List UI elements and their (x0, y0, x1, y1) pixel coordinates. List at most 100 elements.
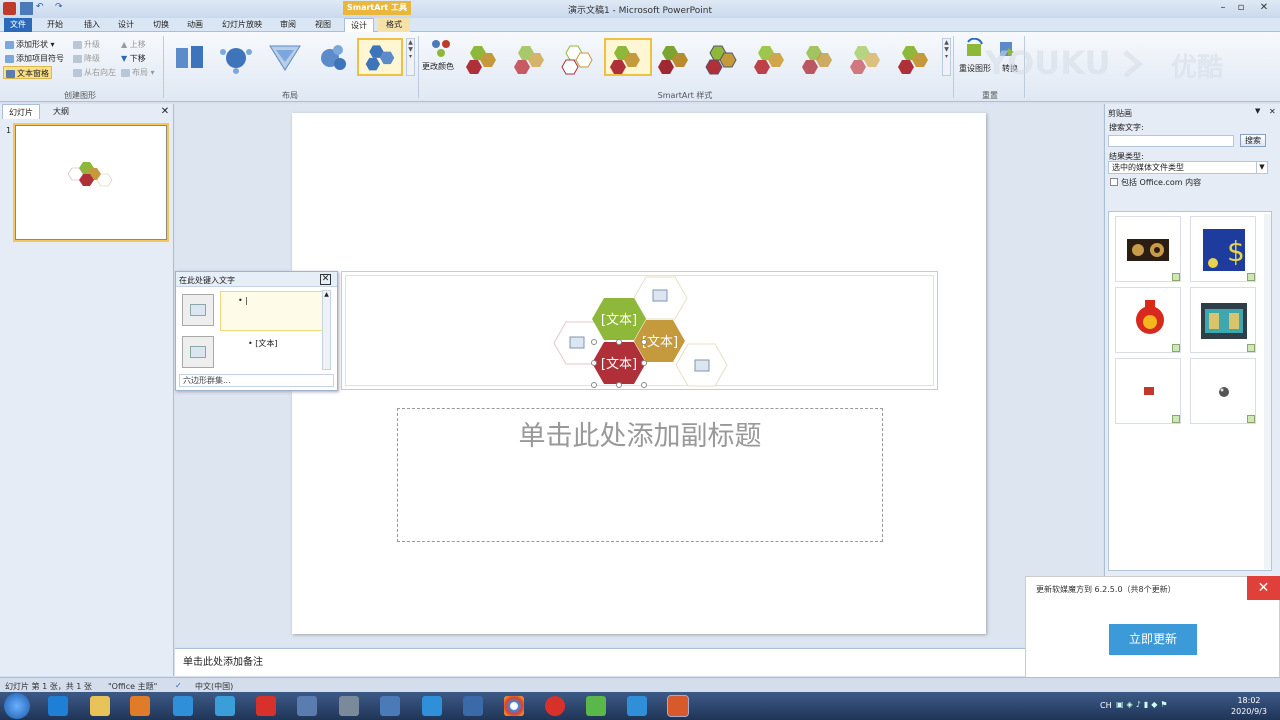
taskbar-ie-icon[interactable] (48, 696, 68, 716)
tab-view[interactable]: 视图 (309, 18, 337, 32)
taskbar-app-icon[interactable] (173, 696, 193, 716)
close-button[interactable]: ✕ (1256, 1, 1272, 14)
smartart-styles-gallery[interactable] (462, 38, 942, 76)
taskbar-explorer-icon[interactable] (90, 696, 110, 716)
taskbar-chrome-icon[interactable] (504, 696, 524, 716)
close-clip-art-button[interactable]: ✕ (1269, 107, 1276, 116)
clip-art-item-building[interactable] (1190, 287, 1256, 353)
taskbar-app-icon[interactable] (297, 696, 317, 716)
clip-art-item-camera[interactable] (1115, 216, 1181, 282)
tab-design[interactable]: 设计 (112, 18, 140, 32)
add-bullet-button[interactable]: 添加项目符号 (5, 52, 64, 65)
clip-art-item-money[interactable]: $ (1190, 216, 1256, 282)
style-item-5 (658, 46, 688, 74)
style-item-2 (514, 46, 544, 74)
taskbar-media-icon[interactable] (130, 696, 150, 716)
demote-button[interactable]: 降级 (73, 52, 100, 65)
tab-animations[interactable]: 动画 (181, 18, 209, 32)
taskbar-app-icon[interactable] (627, 696, 647, 716)
result-types-select[interactable]: 选中的媒体文件类型 (1108, 161, 1268, 174)
text-pane-item[interactable]: • | (238, 296, 248, 305)
promote-label: 升级 (84, 40, 100, 49)
layout-gallery-scroll[interactable]: ▲ ▼ ▾ (406, 38, 415, 76)
layout-gallery-item-1[interactable] (167, 38, 213, 76)
tab-transitions[interactable]: 切换 (147, 18, 175, 32)
taskbar-powerpoint-icon[interactable] (667, 695, 689, 717)
results-scrollbar[interactable] (1264, 214, 1271, 569)
tab-insert[interactable]: 插入 (78, 18, 106, 32)
update-now-button[interactable]: 立即更新 (1109, 624, 1197, 655)
tab-review[interactable]: 审阅 (274, 18, 302, 32)
clip-art-search-input[interactable] (1108, 135, 1234, 147)
move-up-button[interactable]: ▲ 上移 (121, 38, 146, 51)
close-slides-pane-button[interactable]: ✕ (158, 104, 172, 119)
notes-pane[interactable] (175, 648, 1025, 676)
pane-menu-icon[interactable]: ▼ (1255, 107, 1260, 115)
dragon-clip-icon (1136, 300, 1164, 334)
text-pane-button[interactable]: 文本窗格 (3, 66, 52, 79)
tab-file[interactable]: 文件 (4, 18, 32, 32)
layout-gallery-item-hexagon-cluster[interactable] (357, 38, 403, 76)
input-method-indicator[interactable]: CH (1100, 701, 1112, 710)
promote-button[interactable]: 升级 (73, 38, 100, 51)
ribbon-tab-row: 文件 开始 插入 设计 切换 动画 幻灯片放映 审阅 视图 设计 格式 (0, 18, 1280, 32)
right-to-left-button[interactable]: 从右向左 (73, 66, 116, 79)
start-button[interactable] (4, 693, 30, 719)
slide-thumbnail[interactable] (13, 123, 169, 242)
ball-clip-icon (1219, 387, 1229, 397)
close-text-pane-button[interactable]: ✕ (320, 274, 331, 285)
layout-gallery-item-4[interactable] (310, 38, 356, 76)
clip-art-item-dragon[interactable] (1115, 287, 1181, 353)
layout-button[interactable]: 布局 ▾ (121, 66, 155, 79)
system-clock[interactable]: 18:02 2020/9/3 (1224, 695, 1274, 717)
style-item-7 (754, 46, 784, 74)
change-colors-button[interactable]: 更改颜色 (422, 60, 454, 73)
tab-smartart-design[interactable]: 设计 (344, 18, 374, 32)
taskbar-app-icon[interactable] (463, 696, 483, 716)
move-down-button[interactable]: ▼ 下移 (121, 52, 146, 65)
subtitle-placeholder-text: 单击此处添加副标题 (518, 421, 762, 452)
text-pane-item[interactable]: • [文本] (248, 338, 278, 349)
text-pane-label: 文本窗格 (17, 69, 49, 78)
taskbar-app-icon[interactable] (339, 696, 359, 716)
svg-text:YOUKU: YOUKU (985, 44, 1110, 82)
tab-slides[interactable]: 幻灯片 (2, 104, 40, 119)
smartart-hexagon-cluster[interactable]: [文本] [文本] [文本] (545, 272, 735, 392)
clip-art-item-ball[interactable] (1190, 358, 1256, 424)
tab-smartart-format[interactable]: 格式 (378, 18, 410, 32)
taskbar-app-icon[interactable] (422, 696, 442, 716)
layout-gallery-item-3[interactable] (262, 38, 308, 76)
change-colors-icon[interactable] (428, 38, 454, 60)
money-clip-icon: $ (1203, 229, 1245, 271)
clip-art-item-small-red[interactable] (1115, 358, 1181, 424)
include-office-checkbox[interactable] (1110, 178, 1118, 186)
reset-graphic-icon[interactable] (964, 38, 986, 60)
tab-outline[interactable]: 大纲 (42, 104, 80, 119)
add-bullet-icon (5, 54, 14, 63)
close-notification-button[interactable]: ✕ (1247, 576, 1280, 600)
picture-thumbnail[interactable] (182, 294, 214, 326)
picture-thumbnail[interactable] (182, 336, 214, 368)
taskbar-app-icon[interactable] (215, 696, 235, 716)
system-tray-icons[interactable]: ▣◈♪▮◆⚑ (1116, 700, 1216, 710)
text-pane-scrollbar[interactable]: ▲ (322, 290, 331, 370)
search-button[interactable]: 搜索 (1240, 134, 1266, 147)
taskbar-app-icon[interactable] (256, 696, 276, 716)
add-shape-icon (5, 40, 14, 49)
minimize-button[interactable]: – (1215, 1, 1231, 14)
tab-home[interactable]: 开始 (41, 18, 69, 32)
chevron-down-icon[interactable]: ▼ (1256, 162, 1267, 173)
styles-gallery-scroll[interactable]: ▲ ▼ ▾ (942, 38, 951, 76)
maximize-button[interactable]: ▫ (1233, 1, 1249, 14)
layout-gallery-item-2[interactable] (213, 38, 259, 76)
tab-slideshow[interactable]: 幻灯片放映 (218, 18, 266, 32)
text-pane-row[interactable]: • | (180, 291, 324, 331)
text-pane-row[interactable]: • [文本] (180, 333, 322, 373)
theme-status: "Office 主题" (108, 682, 158, 691)
taskbar-music-icon[interactable] (545, 696, 565, 716)
taskbar-player-icon[interactable] (586, 696, 606, 716)
add-shape-button[interactable]: 添加形状 ▾ (5, 38, 55, 51)
spellcheck-icon[interactable]: ✓ (175, 681, 182, 690)
text-pane-layout-name[interactable]: 六边形群集... (179, 374, 334, 387)
taskbar-app-icon[interactable] (380, 696, 400, 716)
